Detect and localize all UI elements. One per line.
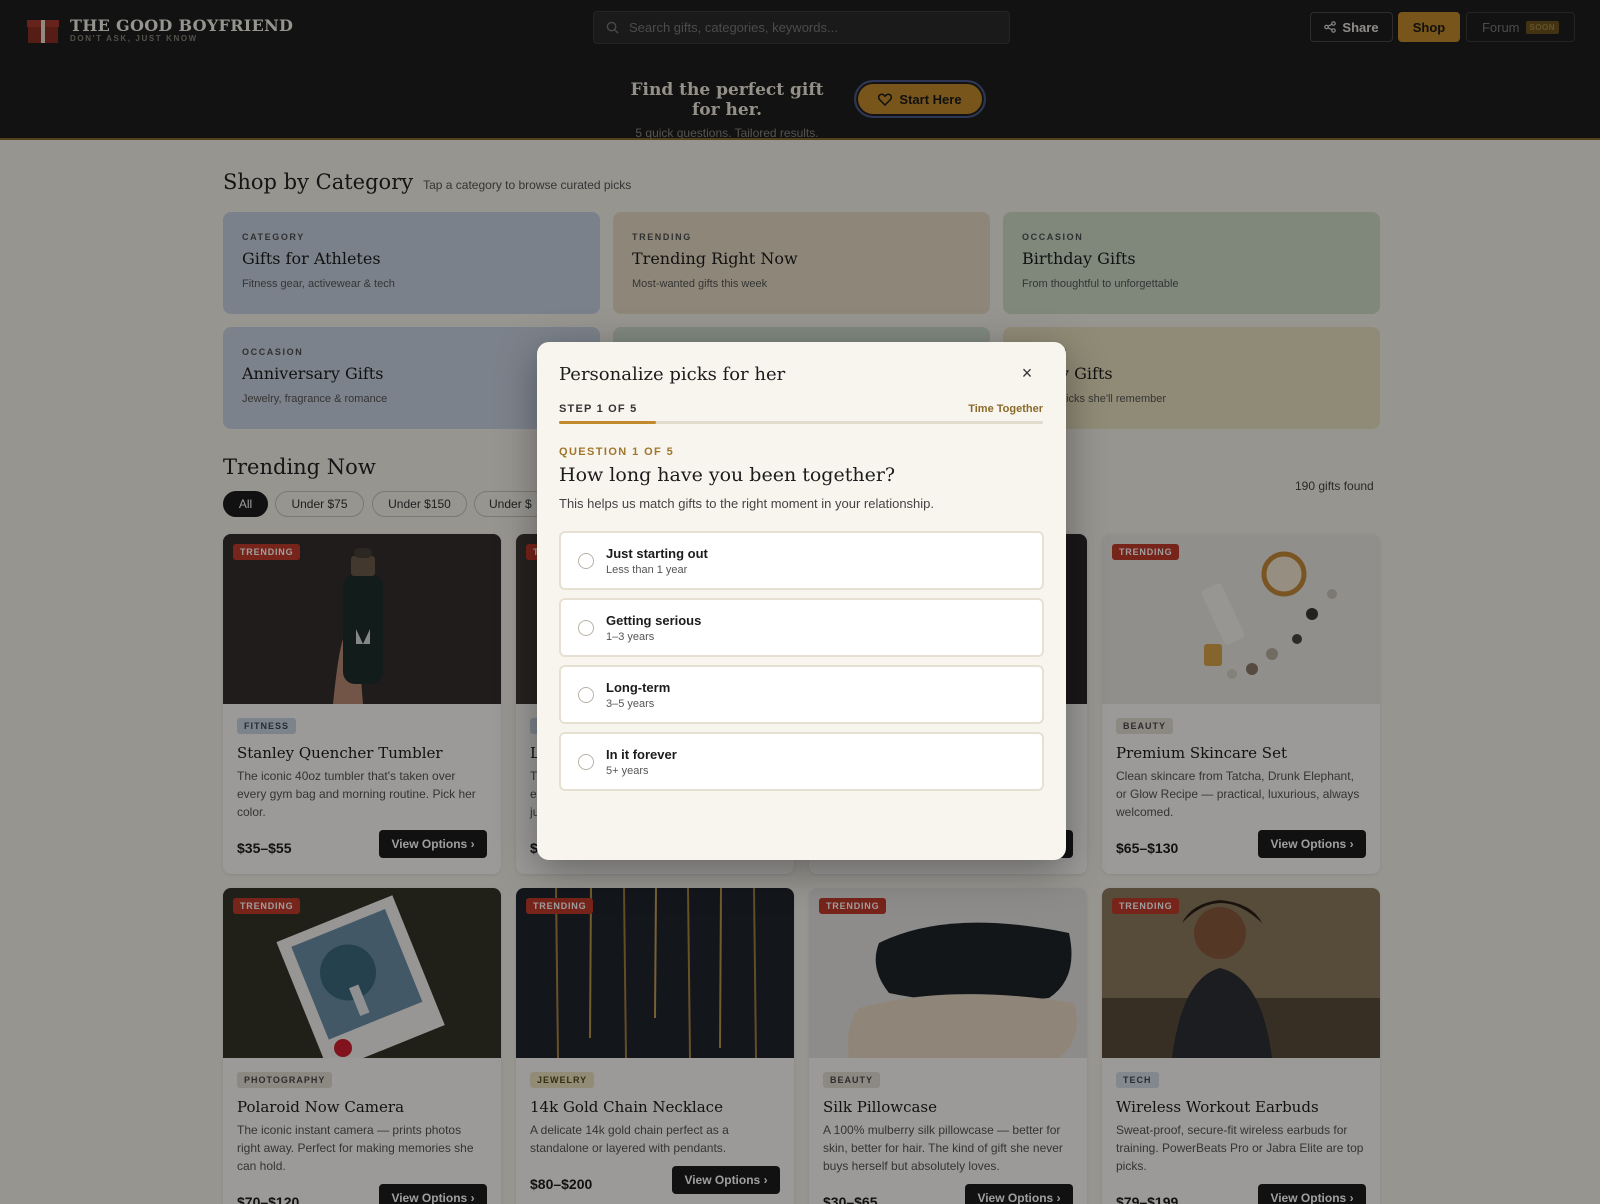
radio-button[interactable]: [578, 553, 594, 569]
answer-option[interactable]: Long-term 3–5 years: [559, 665, 1044, 724]
close-icon[interactable]: ×: [1017, 363, 1037, 383]
question-help: This helps us match gifts to the right m…: [559, 496, 935, 511]
step-indicator: STEP 1 OF 5: [559, 403, 638, 415]
answer-option[interactable]: Just starting out Less than 1 year: [559, 531, 1044, 590]
progress-bar: [559, 421, 1043, 424]
radio-button[interactable]: [578, 754, 594, 770]
step-name: Time Together: [968, 403, 1043, 415]
option-label: In it forever: [606, 747, 677, 762]
modal-title: Personalize picks for her: [559, 364, 786, 385]
option-sub: 3–5 years: [606, 698, 655, 710]
question-number: QUESTION 1 OF 5: [559, 446, 675, 458]
option-sub: 1–3 years: [606, 631, 655, 643]
answer-option[interactable]: In it forever 5+ years: [559, 732, 1044, 791]
progress-fill: [559, 421, 656, 424]
radio-button[interactable]: [578, 620, 594, 636]
option-label: Getting serious: [606, 613, 702, 628]
radio-button[interactable]: [578, 687, 594, 703]
option-sub: 5+ years: [606, 765, 649, 777]
option-label: Just starting out: [606, 546, 708, 561]
question-title: How long have you been together?: [559, 464, 896, 486]
option-label: Long-term: [606, 680, 671, 695]
answer-option[interactable]: Getting serious 1–3 years: [559, 598, 1044, 657]
option-sub: Less than 1 year: [606, 564, 688, 576]
personalize-modal: Personalize picks for her × STEP 1 OF 5 …: [537, 342, 1066, 860]
